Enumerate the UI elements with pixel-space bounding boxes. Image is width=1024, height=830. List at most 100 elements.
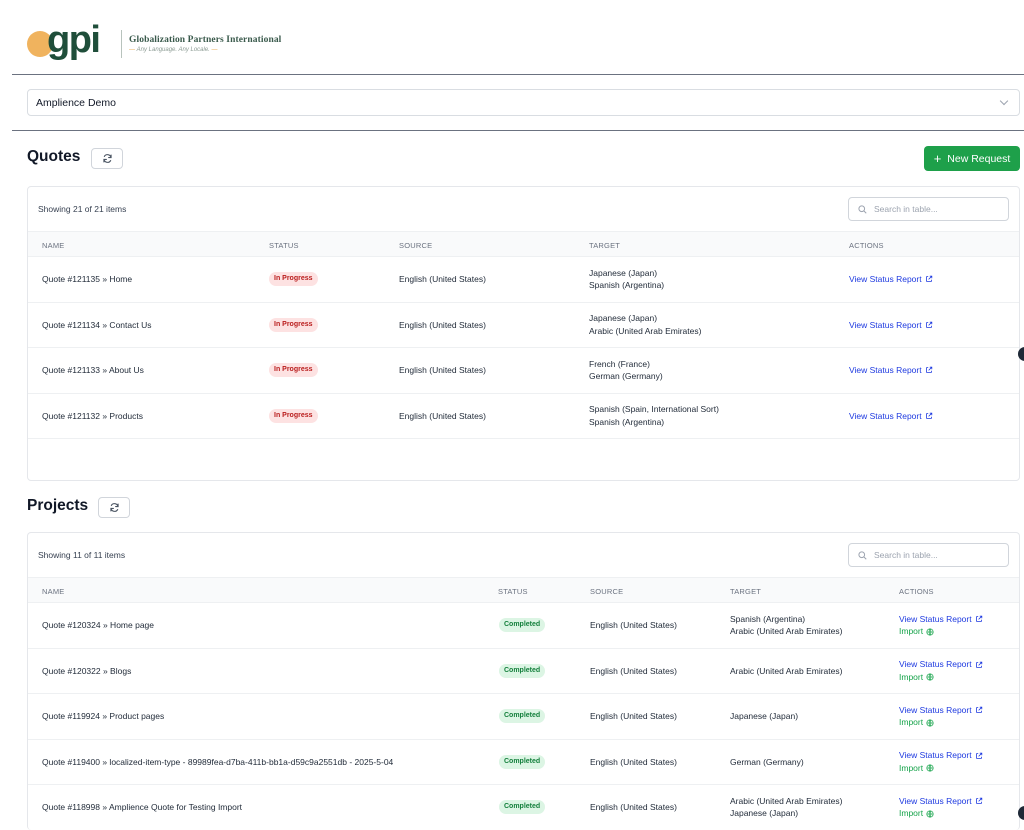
row-actions: View Status Report [849, 394, 933, 439]
row-target: Japanese (Japan) Arabic (United Arab Emir… [589, 303, 701, 348]
import-link[interactable]: Import [899, 716, 983, 729]
quotes-table-toolbar: Showing 21 of 21 items [28, 187, 1019, 231]
quotes-table-card: Showing 21 of 21 items NAME STATUS SOURC… [27, 186, 1020, 481]
column-header-status[interactable]: STATUS [269, 241, 299, 250]
row-name: Quote #118998 » Amplience Quote for Test… [42, 802, 243, 812]
target-language: Arabic (United Arab Emirates) [730, 795, 843, 806]
view-status-report-link[interactable]: View Status Report [849, 319, 933, 332]
status-badge: Completed [499, 618, 546, 633]
external-link-icon [925, 412, 932, 419]
import-link[interactable]: Import [899, 807, 983, 820]
row-source: English (United States) [399, 365, 486, 375]
row-actions: View Status Report [849, 257, 933, 302]
import-link[interactable]: Import [899, 625, 983, 638]
view-status-report-link[interactable]: View Status Report [899, 658, 983, 671]
external-link-icon [975, 752, 982, 759]
target-language: French (France) [589, 358, 650, 369]
row-actions: View Status Report [849, 303, 933, 348]
target-language: Spanish (Argentina) [730, 613, 806, 624]
row-source: English (United States) [399, 319, 486, 330]
row-actions: View Status Report Import [899, 603, 983, 648]
target-language: Japanese (Japan) [589, 313, 658, 324]
logo-text: Globalization Partners International — A… [129, 35, 281, 53]
target-language: German (Germany) [589, 371, 663, 382]
new-request-button[interactable]: + New Request [924, 146, 1020, 171]
column-header-target[interactable]: TARGET [589, 241, 620, 250]
company-name: Globalization Partners International [129, 35, 282, 45]
projects-refresh-button[interactable] [98, 497, 130, 518]
row-status: In Progress [269, 348, 318, 393]
search-icon [858, 204, 867, 214]
column-header-name[interactable]: NAME [42, 241, 64, 250]
status-badge: In Progress [269, 317, 318, 332]
plus-icon: + [933, 150, 942, 166]
new-request-label: New Request [947, 152, 1011, 165]
row-target: French (France) German (Germany) [589, 348, 663, 393]
column-header-target[interactable]: TARGET [730, 587, 761, 596]
view-status-report-link[interactable]: View Status Report [899, 749, 983, 762]
view-status-report-link[interactable]: View Status Report [849, 410, 933, 423]
row-actions: View Status Report Import [899, 740, 983, 785]
account-select[interactable]: Amplience Demo [27, 89, 1020, 116]
target-language: Arabic (United Arab Emirates) [589, 325, 702, 336]
logo-divider [121, 30, 122, 58]
projects-table-body: Quote #120324 » Home page Completed Englis… [28, 603, 1019, 830]
gpi-logo: gpi Globalization Partners International… [27, 21, 281, 61]
status-badge: Completed [499, 663, 546, 678]
view-status-report-link[interactable]: View Status Report [849, 364, 933, 377]
row-source: English (United States) [590, 756, 677, 767]
quotes-search-input[interactable] [874, 204, 994, 214]
table-row: Quote #120324 » Home page Completed Englis… [28, 603, 1019, 649]
row-target: Japanese (Japan) [730, 694, 798, 739]
projects-search-input[interactable] [874, 550, 994, 560]
status-badge: In Progress [269, 408, 318, 423]
row-status: Completed [499, 785, 546, 830]
row-status: Completed [499, 694, 546, 739]
row-actions: View Status Report [849, 348, 933, 393]
row-status: Completed [499, 603, 546, 648]
table-row: Quote #121132 » Products In Progress Engli… [28, 394, 1019, 439]
view-status-report-link[interactable]: View Status Report [899, 613, 983, 626]
row-source: English (United States) [590, 711, 677, 721]
external-link-icon [975, 797, 982, 804]
column-header-source[interactable]: SOURCE [590, 587, 623, 596]
row-status: In Progress [269, 303, 318, 348]
globe-icon [926, 764, 934, 772]
projects-table-card: Showing 11 of 11 items NAME STATUS SOURC… [27, 532, 1020, 830]
row-target: Spanish (Spain, International Sort) Spani… [589, 394, 719, 439]
globe-icon [926, 627, 934, 636]
search-icon [858, 550, 867, 560]
target-language: Arabic (United Arab Emirates) [730, 626, 843, 637]
status-badge: Completed [499, 709, 546, 724]
column-header-status[interactable]: STATUS [498, 587, 528, 596]
table-row: Quote #118998 » Amplience Quote for Test… [28, 785, 1019, 830]
column-header-name[interactable]: NAME [42, 587, 64, 596]
quotes-search[interactable] [848, 197, 1009, 221]
quotes-refresh-button[interactable] [91, 148, 123, 169]
column-header-source[interactable]: SOURCE [399, 241, 432, 250]
view-status-report-link[interactable]: View Status Report [849, 273, 933, 286]
row-source: English (United States) [399, 410, 486, 421]
external-link-icon [925, 367, 932, 374]
column-header-actions: ACTIONS [849, 241, 884, 250]
row-actions: View Status Report Import [899, 649, 983, 694]
globe-icon [926, 809, 934, 818]
target-language: Spanish (Argentina) [589, 416, 665, 427]
import-link[interactable]: Import [899, 762, 983, 775]
status-badge: In Progress [269, 272, 318, 287]
row-status: Completed [499, 740, 546, 785]
row-status: In Progress [269, 394, 318, 439]
status-badge: In Progress [269, 363, 318, 378]
globe-icon [926, 718, 934, 727]
external-link-icon [925, 276, 932, 283]
projects-search[interactable] [848, 543, 1009, 567]
row-source: English (United States) [590, 620, 677, 630]
view-status-report-link[interactable]: View Status Report [899, 795, 983, 808]
header-divider [12, 74, 1024, 75]
import-link[interactable]: Import [899, 671, 983, 684]
row-actions: View Status Report Import [899, 694, 983, 739]
view-status-report-link[interactable]: View Status Report [899, 704, 983, 717]
projects-title: Projects [27, 497, 89, 514]
row-name: Quote #119924 » Product pages [42, 711, 165, 721]
row-status: In Progress [269, 257, 318, 302]
